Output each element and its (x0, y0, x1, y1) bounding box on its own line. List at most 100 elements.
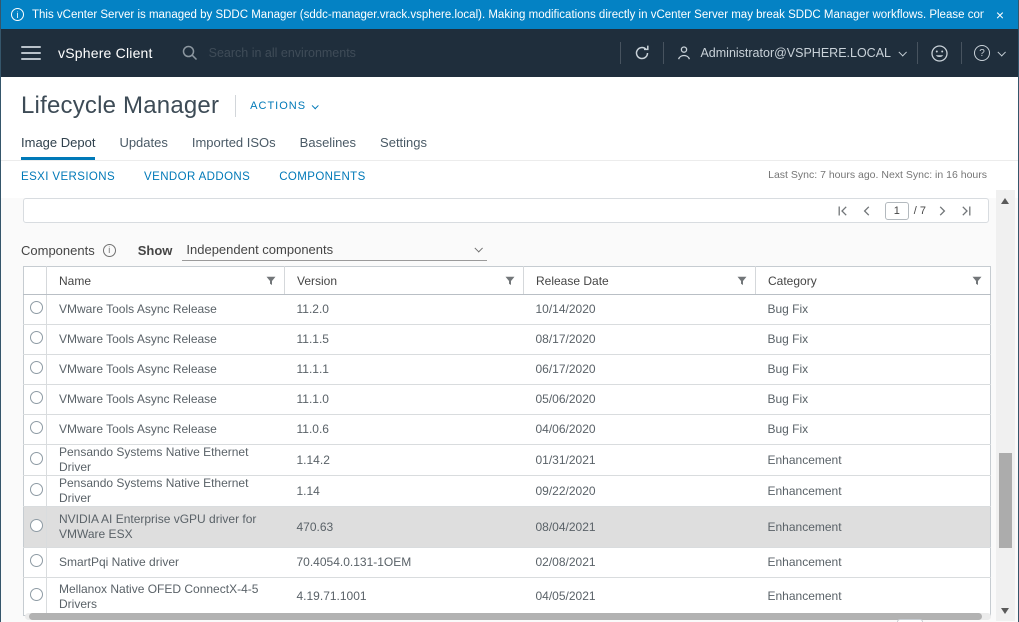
user-menu[interactable]: Administrator@VSPHERE.LOCAL (676, 45, 905, 61)
pager: / 7 (831, 202, 978, 220)
vertical-scrollbar[interactable] (996, 190, 1015, 621)
component-version: 4.19.71.1001 (285, 578, 524, 616)
tab-image-depot[interactable]: Image Depot (21, 135, 95, 160)
column-header-version[interactable]: Version (285, 267, 524, 295)
subtab-esxi-versions[interactable]: ESXI VERSIONS (21, 171, 115, 183)
component-category: Bug Fix (756, 295, 991, 325)
menu-icon[interactable] (21, 46, 41, 60)
row-radio[interactable] (30, 452, 43, 465)
filter-icon[interactable] (505, 276, 515, 286)
search-icon (181, 44, 199, 62)
actions-label: ACTIONS (250, 100, 306, 112)
next-page-button[interactable] (930, 205, 954, 217)
component-name: Pensando Systems Native Ethernet Driver (47, 476, 285, 507)
subtab-components[interactable]: COMPONENTS (279, 171, 365, 183)
row-radio[interactable] (30, 361, 43, 374)
column-header-name[interactable]: Name (47, 267, 285, 295)
info-icon: i (11, 8, 24, 21)
tab-settings[interactable]: Settings (380, 135, 427, 160)
show-filter-value: Independent components (186, 242, 333, 257)
vsphere-client-window: i This vCenter Server is managed by SDDC… (0, 0, 1019, 622)
row-radio[interactable] (30, 301, 43, 314)
row-radio[interactable] (30, 588, 43, 601)
component-release-date: 10/14/2020 (524, 295, 756, 325)
page-total: / 7 (914, 205, 926, 217)
filter-icon[interactable] (972, 276, 982, 286)
component-name: VMware Tools Async Release (47, 385, 285, 415)
table-row[interactable]: VMware Tools Async Release 11.1.5 08/17/… (24, 325, 991, 355)
filter-icon[interactable] (737, 276, 747, 286)
search-placeholder: Search in all environments (209, 46, 356, 60)
component-name: SmartPqi Native driver (47, 548, 285, 578)
last-page-button[interactable] (954, 205, 978, 217)
row-radio[interactable] (30, 554, 43, 567)
components-label: Components (21, 243, 95, 258)
filter-icon[interactable] (266, 276, 276, 286)
component-version: 1.14.2 (285, 445, 524, 476)
column-label: Category (768, 274, 817, 288)
feedback-button[interactable] (930, 44, 949, 63)
component-version: 470.63 (285, 507, 524, 548)
scroll-down-icon[interactable] (1001, 608, 1009, 614)
subtab-bar: ESXI VERSIONS VENDOR ADDONS COMPONENTS L… (1, 161, 1018, 192)
vertical-scrollbar-thumb[interactable] (999, 453, 1012, 548)
component-category: Bug Fix (756, 325, 991, 355)
component-release-date: 08/04/2021 (524, 507, 756, 548)
table-row[interactable]: VMware Tools Async Release 11.0.6 04/06/… (24, 415, 991, 445)
divider (620, 42, 621, 64)
tab-imported-isos[interactable]: Imported ISOs (192, 135, 276, 160)
divider (663, 42, 664, 64)
next-page-icon (936, 205, 948, 217)
divider (917, 42, 918, 64)
search-input[interactable]: Search in all environments (181, 44, 609, 62)
table-row[interactable]: Mellanox Native OFED ConnectX-4-5 Driver… (24, 578, 991, 616)
column-label: Release Date (536, 274, 609, 288)
component-version: 11.0.6 (285, 415, 524, 445)
component-name: NVIDIA AI Enterprise vGPU driver for VMW… (47, 507, 285, 548)
component-release-date: 09/22/2020 (524, 476, 756, 507)
actions-button[interactable]: ACTIONS (250, 100, 317, 112)
smiley-icon (930, 44, 949, 63)
components-info-icon[interactable]: i (103, 244, 116, 257)
component-name: Mellanox Native OFED ConnectX-4-5 Driver… (47, 578, 285, 616)
page-number-input[interactable] (885, 202, 909, 220)
content-area: / 7 Components i Show Independ (1, 198, 1018, 622)
pagination-bar: / 7 (23, 198, 989, 223)
chevron-down-icon (898, 48, 906, 56)
table-row[interactable]: VMware Tools Async Release 11.1.0 05/06/… (24, 385, 991, 415)
table-row[interactable]: Pensando Systems Native Ethernet Driver … (24, 476, 991, 507)
table-row-selected[interactable]: NVIDIA AI Enterprise vGPU driver for VMW… (24, 507, 991, 548)
component-release-date: 05/06/2020 (524, 385, 756, 415)
prev-page-button[interactable] (855, 205, 879, 217)
refresh-button[interactable] (633, 44, 651, 62)
chevron-down-icon (997, 48, 1005, 56)
show-filter-select[interactable]: Independent components (182, 240, 487, 261)
first-page-button[interactable] (831, 205, 855, 217)
column-header-release-date[interactable]: Release Date (524, 267, 756, 295)
scroll-up-icon[interactable] (1001, 198, 1009, 204)
horizontal-scrollbar-thumb[interactable] (29, 613, 982, 620)
column-label: Version (297, 274, 337, 288)
tab-bar: Image Depot Updates Imported ISOs Baseli… (1, 135, 1018, 161)
table-row[interactable]: SmartPqi Native driver 70.4054.0.131-1OE… (24, 548, 991, 578)
row-radio[interactable] (30, 421, 43, 434)
subtab-vendor-addons[interactable]: VENDOR ADDONS (144, 171, 250, 183)
close-icon[interactable]: × (996, 7, 1004, 23)
table-row[interactable]: Pensando Systems Native Ethernet Driver … (24, 445, 991, 476)
page-title: Lifecycle Manager (21, 92, 219, 120)
row-radio[interactable] (30, 519, 43, 532)
help-menu[interactable]: ? (974, 45, 1004, 61)
table-row[interactable]: VMware Tools Async Release 11.2.0 10/14/… (24, 295, 991, 325)
row-radio[interactable] (30, 483, 43, 496)
component-name: VMware Tools Async Release (47, 325, 285, 355)
table-row[interactable]: VMware Tools Async Release 11.1.1 06/17/… (24, 355, 991, 385)
row-radio[interactable] (30, 391, 43, 404)
first-page-icon (837, 205, 849, 217)
horizontal-scrollbar[interactable] (25, 613, 991, 620)
last-page-icon (960, 205, 972, 217)
tab-baselines[interactable]: Baselines (300, 135, 356, 160)
tab-updates[interactable]: Updates (119, 135, 167, 160)
column-header-category[interactable]: Category (756, 267, 991, 295)
row-radio[interactable] (30, 331, 43, 344)
component-name: VMware Tools Async Release (47, 355, 285, 385)
